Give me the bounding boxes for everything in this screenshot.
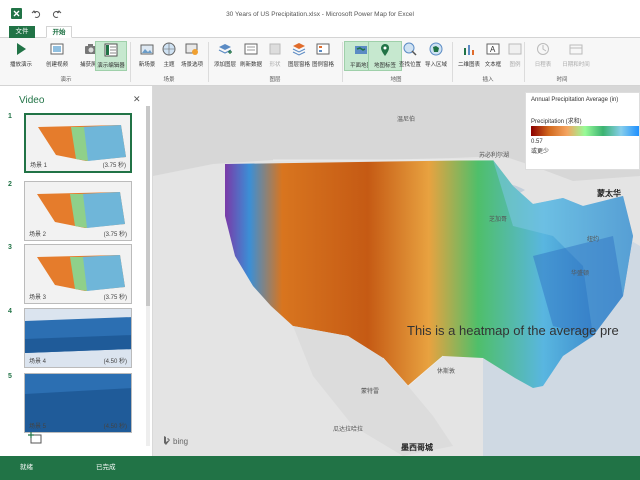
map-label: 纽约	[587, 237, 600, 243]
status-ready: 就绪	[20, 464, 33, 471]
map-label: 墨西哥城	[401, 443, 433, 452]
legend-gradient-bar	[531, 126, 639, 136]
flat-map-icon	[353, 42, 369, 58]
map-label: 温尼伯	[397, 117, 416, 123]
scrollbar-thumb[interactable]	[146, 106, 150, 306]
status-complete: 已完成	[96, 464, 116, 471]
timeline-button[interactable]: 日程表	[526, 41, 560, 71]
scene-preview: 场景 3 (3.75 秒)	[24, 244, 132, 304]
scene-number: 1	[8, 113, 12, 120]
group-label-scene: 场景	[163, 77, 175, 83]
scene-preview: 场景 4 (4.50 秒)	[24, 308, 132, 368]
scene-thumbnail-2[interactable]: 2 场景 2 (3.75 秒)	[8, 181, 136, 243]
legend-subtitle: Precipitation (求和)	[531, 119, 582, 125]
map-canvas[interactable]: 温尼伯 苏必利尔湖 蒙太华 芝加哥 纽约 华盛顿 休斯敦 蒙特雷 瓜达拉哈拉 墨…	[153, 86, 640, 456]
scene-duration: (3.75 秒)	[103, 232, 127, 238]
play-icon	[13, 41, 29, 57]
tour-editor-button[interactable]: 演示编辑器	[95, 41, 127, 71]
scene-number: 2	[8, 181, 12, 188]
layer-pane-icon	[291, 41, 307, 57]
group-label-time: 时间	[556, 77, 568, 83]
scene-options-icon	[184, 41, 200, 57]
scene-name: 场景 2	[29, 232, 47, 238]
timeline-icon	[535, 41, 551, 57]
scene-duration: (4.50 秒)	[103, 424, 127, 430]
annotation-text[interactable]: This is a heatmap of the average pre	[407, 323, 619, 338]
group-label-tour: 演示	[60, 77, 72, 83]
bing-text: bing	[173, 437, 189, 446]
map-label: 蒙太华	[597, 189, 621, 198]
scene-name: 场景 5	[29, 424, 47, 430]
shape-icon	[267, 41, 283, 57]
scene-number: 3	[8, 244, 12, 251]
tour-title: Video	[19, 95, 45, 106]
map-labels-icon	[377, 42, 393, 58]
group-label-layer: 图层	[269, 77, 281, 83]
window-title: 30 Years of US Precipitation.xlsx - Micr…	[226, 11, 414, 18]
group-label-insert: 插入	[482, 77, 494, 83]
scene-number: 5	[8, 373, 12, 380]
group-label-map: 地图	[390, 77, 402, 83]
video-icon	[49, 41, 65, 57]
legend-pane-icon	[315, 41, 331, 57]
date-time-button[interactable]: 日期和时间	[556, 41, 596, 71]
scene-preview: 场景 1 (3.75 秒)	[24, 113, 132, 173]
pane-scrollbar[interactable]	[146, 106, 150, 446]
play-tour-button[interactable]: 播放演示	[4, 41, 38, 71]
map-label: 华盛顿	[571, 271, 590, 277]
map-label: 芝加哥	[489, 217, 508, 223]
scene-thumbnail-4[interactable]: 4 场景 4 (4.50 秒)	[8, 308, 136, 370]
scene-name: 场景 4	[29, 359, 47, 365]
scene-duration: (4.50 秒)	[103, 359, 127, 365]
tab-home[interactable]: 开始	[46, 26, 72, 38]
add-layer-icon	[217, 41, 233, 57]
tour-editor-icon	[103, 42, 119, 58]
import-region-button[interactable]: 导入区域	[419, 41, 453, 71]
scene-thumbnail-3[interactable]: 3 场景 3 (3.75 秒)	[8, 244, 136, 306]
chart-icon	[461, 41, 477, 57]
scene-name: 场景 3	[29, 295, 47, 301]
scene-duration: (3.75 秒)	[103, 295, 127, 301]
tab-file[interactable]: 文件	[9, 26, 35, 38]
scene-preview: 场景 5 (4.50 秒)	[24, 373, 132, 433]
date-time-icon	[568, 41, 584, 57]
bing-logo-icon	[163, 436, 170, 447]
legend-min-label: 或更少	[531, 149, 550, 155]
scene-name: 场景 1	[30, 163, 48, 169]
ribbon: 播放演示 创建视频 捕获屏幕 演示编辑器 演示 新场景 主题 场景选项 场景 添…	[0, 38, 640, 86]
close-pane-icon[interactable]: ✕	[133, 94, 141, 105]
refresh-icon	[243, 41, 259, 57]
title-bar: 30 Years of US Precipitation.xlsx - Micr…	[0, 0, 640, 26]
map-label: 苏必利尔湖	[479, 153, 510, 159]
power-map-window: 30 Years of US Precipitation.xlsx - Micr…	[0, 0, 640, 480]
legend-icon	[507, 41, 523, 57]
legend-min-value: 0.57	[531, 139, 543, 145]
scene-duration: (3.75 秒)	[102, 163, 126, 169]
scene-preview: 场景 2 (3.75 秒)	[24, 181, 132, 241]
scene-thumbnail-5[interactable]: 5 场景 5 (4.50 秒)	[8, 373, 136, 435]
legend-title: Annual Precipitation Average (in)	[531, 97, 619, 103]
create-video-button[interactable]: 创建视频	[40, 41, 74, 71]
svg-text:A: A	[490, 45, 496, 54]
import-region-icon	[428, 41, 444, 57]
map-label: 休斯敦	[437, 369, 456, 375]
tour-editor-pane: Video ✕ 1 场景 1 (3.75 秒) 2 场景 2 (3.75 秒) …	[0, 86, 153, 456]
ribbon-tabs: 文件 开始	[0, 26, 640, 38]
scene-number: 4	[8, 308, 12, 315]
map-label: 蒙特雷	[361, 389, 380, 395]
add-scene-icon[interactable]	[28, 432, 42, 444]
bing-attribution: bing	[163, 436, 188, 447]
legend-card[interactable]: Annual Precipitation Average (in) Precip…	[525, 92, 640, 170]
scene-thumbnail-1[interactable]: 1 场景 1 (3.75 秒)	[8, 113, 136, 175]
status-bar: 就绪 已完成	[0, 456, 640, 480]
legend-pane-button[interactable]: 图例窗格	[306, 41, 340, 71]
scene-options-button[interactable]: 场景选项	[175, 41, 209, 71]
find-location-icon	[402, 41, 418, 57]
map-label: 瓜达拉哈拉	[333, 427, 364, 433]
